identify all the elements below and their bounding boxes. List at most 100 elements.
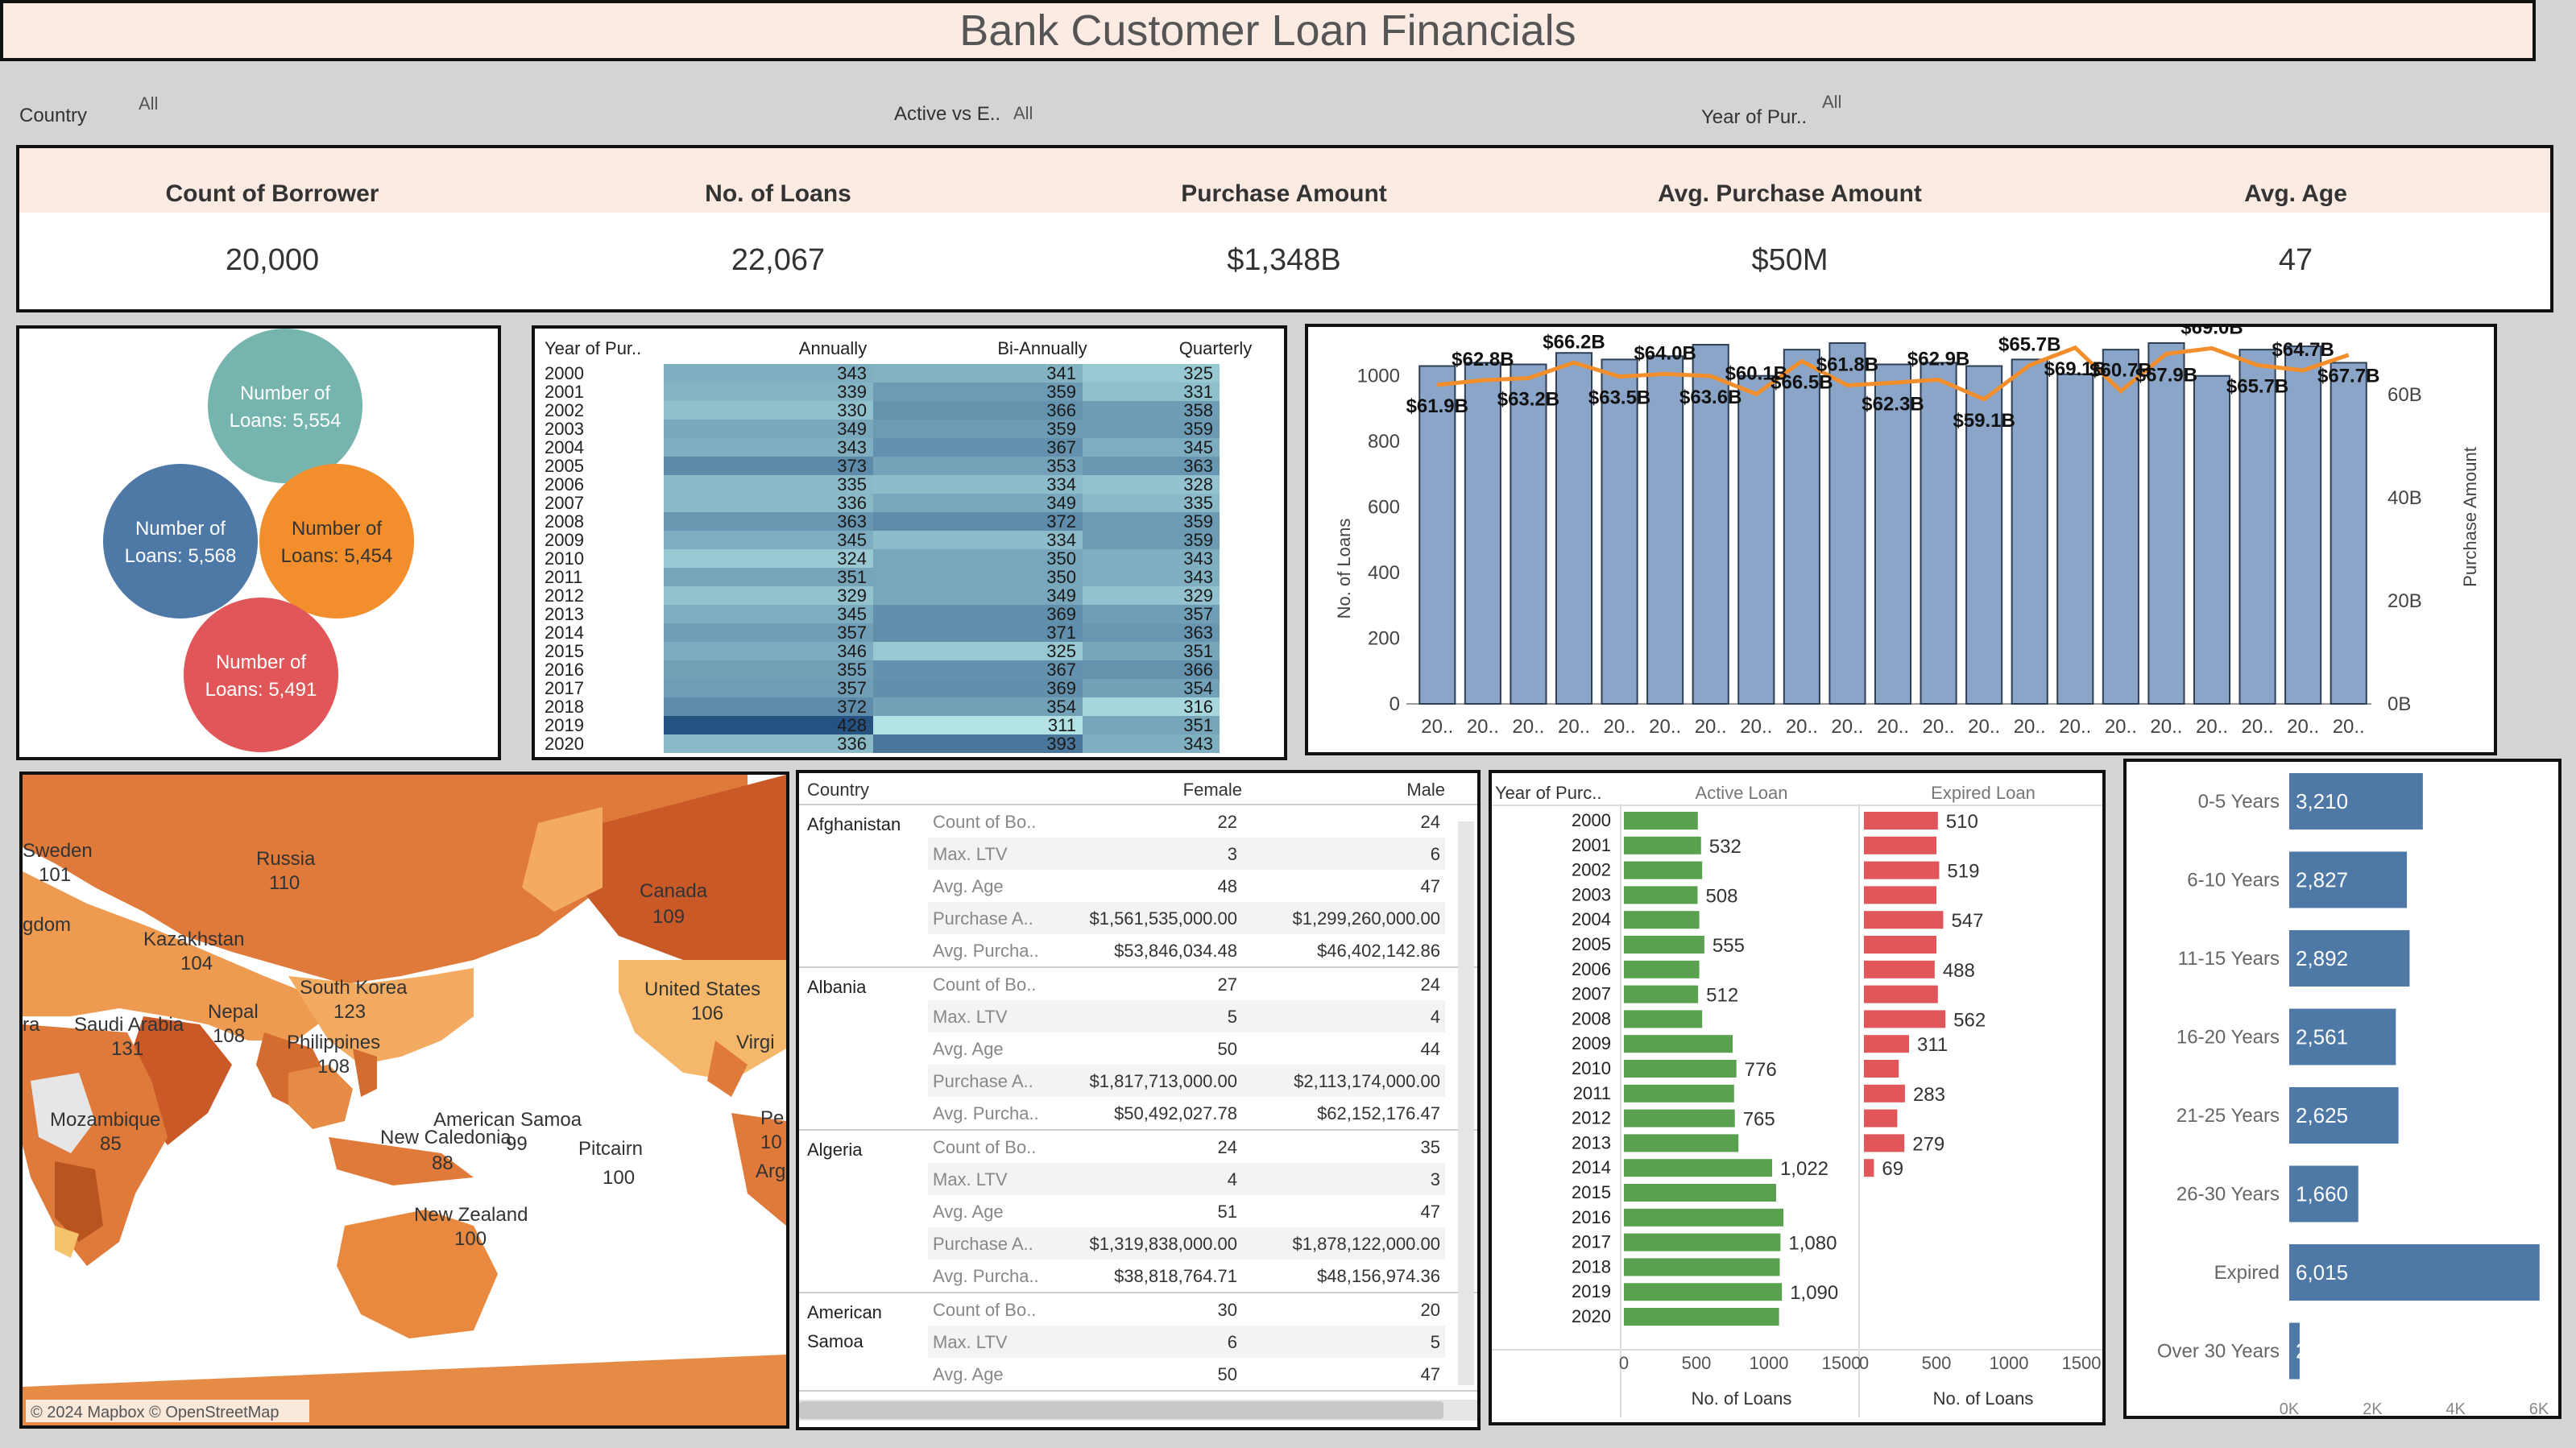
ae-active-bar[interactable] (1624, 1258, 1780, 1276)
crosstab-row[interactable]: Avg. Purcha.. $50,492,027.78 $62,152,176.4… (928, 1097, 1445, 1129)
ae-expired-bar[interactable] (1864, 1109, 1898, 1127)
combo-bar[interactable] (2238, 349, 2276, 705)
ae-active-bar[interactable] (1624, 936, 1704, 954)
crosstab-row[interactable]: Avg. Age 50 47 (928, 1358, 1445, 1390)
combo-xtick: 20.. (1421, 716, 1453, 738)
crosstab-row[interactable]: Purchase A.. $1,319,838,000.00 $1,878,122,… (928, 1227, 1445, 1260)
crosstab-row[interactable]: Avg. Age 50 44 (928, 1032, 1445, 1065)
ae-expired-bar[interactable] (1864, 936, 1936, 954)
crosstab-scroll-thumb[interactable] (799, 1401, 1443, 1419)
ae-active-bar[interactable] (1624, 1084, 1734, 1103)
filter-year[interactable]: Year of Pur.. All (1701, 92, 1841, 129)
crosstab-row[interactable]: Avg. Purcha.. $38,818,764.71 $48,156,974.3… (928, 1260, 1445, 1292)
ae-expired-bar[interactable] (1864, 812, 1938, 829)
ae-active-bar[interactable] (1624, 861, 1703, 879)
combo-bar[interactable] (1874, 363, 1912, 705)
ae-expired-xtick: 500 (1922, 1353, 1952, 1373)
crosstab-row[interactable]: Max. LTV 6 5 (928, 1326, 1445, 1358)
heatmap-cell-value: 341 (1046, 364, 1076, 383)
ae-expired-bar[interactable] (1864, 836, 1936, 854)
combo-bar[interactable] (1601, 358, 1638, 705)
ae-expired-bar[interactable] (1864, 911, 1944, 929)
crosstab-row[interactable]: Purchase A.. $1,561,535,000.00 $1,299,260,… (928, 902, 1445, 934)
ae-expired-bar[interactable] (1864, 1035, 1909, 1053)
combo-bar[interactable] (2056, 373, 2094, 705)
combo-bar[interactable] (1737, 374, 1775, 705)
filter-active-expired[interactable]: Active vs E.. All (894, 103, 1033, 126)
ae-active-bar[interactable] (1624, 886, 1698, 904)
ae-active-bar[interactable] (1624, 1233, 1781, 1251)
ae-expired-bar[interactable] (1864, 985, 1938, 1003)
ae-active-bar[interactable] (1624, 911, 1700, 929)
crosstab-row[interactable]: Count of Bo.. 24 35 (928, 1131, 1445, 1163)
ae-expired-bar[interactable] (1864, 1159, 1874, 1177)
crosstab-row[interactable]: Avg. Age 48 47 (928, 870, 1445, 902)
crosstab-row[interactable]: Avg. Age 51 47 (928, 1195, 1445, 1227)
ae-expired-bar[interactable] (1864, 1010, 1946, 1028)
ae-active-bar[interactable] (1624, 960, 1700, 978)
filter-country-value[interactable]: All (139, 93, 158, 114)
ae-expired-bar[interactable] (1864, 1084, 1905, 1103)
combo-bar[interactable] (1783, 349, 1820, 705)
combo-bar[interactable] (1828, 342, 1866, 705)
kpi-purchase-amount: Purchase Amount $1,348B (1031, 148, 1537, 309)
bubble-1[interactable]: Number of Loans: 5,554 (208, 329, 362, 483)
crosstab-row[interactable]: Count of Bo.. 27 24 (928, 968, 1445, 1000)
ae-expired-bar[interactable] (1864, 1134, 1905, 1152)
crosstab-row[interactable]: Avg. Purcha.. $53,846,034.48 $46,402,142.8… (928, 934, 1445, 966)
combo-bar[interactable] (2011, 358, 2048, 705)
crosstab-row[interactable]: Max. LTV 4 3 (928, 1163, 1445, 1195)
ae-active-bar[interactable] (1624, 812, 1698, 829)
crosstab-vscroll[interactable] (1458, 821, 1474, 1385)
combo-bar[interactable] (1510, 363, 1547, 705)
crosstab-country: American Samoa (807, 1302, 882, 1351)
bubble-2[interactable]: Number of Loans: 5,568 (103, 464, 258, 619)
crosstab-cell: $53,846,034.48 (1114, 941, 1237, 961)
combo-bar[interactable] (2147, 342, 2185, 705)
ae-active-bar[interactable] (1624, 1060, 1737, 1078)
filter-country[interactable]: Country All (19, 93, 158, 127)
bubble-3[interactable]: Number of Loans: 5,454 (259, 464, 414, 619)
combo-bar[interactable] (2330, 362, 2367, 705)
ae-active-bar[interactable] (1624, 1010, 1703, 1028)
ae-active-bar[interactable] (1624, 836, 1701, 854)
ae-active-bar[interactable] (1624, 1184, 1776, 1202)
ae-expired-bar[interactable] (1864, 1060, 1899, 1078)
ae-active-bar[interactable] (1624, 1134, 1739, 1152)
heatmap-cell-value: 334 (1046, 474, 1076, 494)
combo-bar[interactable] (1464, 362, 1501, 705)
crosstab-row[interactable]: Max. LTV 3 6 (928, 838, 1445, 870)
crosstab-cell: 30 (1217, 1300, 1237, 1320)
ae-active-bar[interactable] (1624, 1208, 1783, 1227)
ae-active-bar[interactable] (1624, 1109, 1735, 1127)
map-panel[interactable]: Sweden 101 Russia 110 Canada 109 gdom Kazak… (19, 772, 789, 1429)
kpi-avg-purchase: Avg. Purchase Amount $50M (1537, 148, 2043, 309)
ae-expired-bar[interactable] (1864, 960, 1935, 978)
filter-year-value[interactable]: All (1822, 92, 1841, 113)
filter-active-value[interactable]: All (1013, 103, 1033, 124)
crosstab-cell: Count of Bo.. (933, 1137, 1037, 1157)
crosstab-row[interactable]: Count of Bo.. 30 20 (928, 1293, 1445, 1326)
ae-expired-bar[interactable] (1864, 861, 1940, 879)
world-map[interactable]: Sweden101 Russia110 Canada 109 gdom Kazak… (23, 775, 786, 1425)
ae-active-bar[interactable] (1624, 985, 1699, 1003)
combo-bar[interactable] (1646, 355, 1684, 705)
combo-bar[interactable] (1920, 362, 1957, 705)
crosstab-row[interactable]: Count of Bo.. 22 24 (928, 805, 1445, 838)
crosstab-cell: Avg. Purcha.. (933, 941, 1039, 961)
combo-bar[interactable] (2284, 345, 2322, 705)
combo-xtick: 20.. (1558, 716, 1590, 738)
crosstab-row[interactable]: Max. LTV 5 4 (928, 1000, 1445, 1032)
heatmap-row-label: 2011 (545, 567, 582, 587)
ae-expired-bar[interactable] (1864, 886, 1936, 904)
combo-bar[interactable] (2193, 374, 2231, 705)
ae-active-bar[interactable] (1624, 1308, 1779, 1326)
combo-bar[interactable] (1555, 352, 1593, 705)
bubble-4[interactable]: Number of Loans: 5,491 (184, 598, 338, 752)
ae-active-bar[interactable] (1624, 1035, 1733, 1053)
combo-bar[interactable] (2102, 349, 2139, 705)
ae-active-bar[interactable] (1624, 1283, 1783, 1301)
ae-active-bar[interactable] (1624, 1159, 1772, 1177)
crosstab-row[interactable]: Purchase A.. $1,817,713,000.00 $2,113,174,… (928, 1065, 1445, 1097)
crosstab-cell: $1,878,122,000.00 (1292, 1234, 1440, 1254)
